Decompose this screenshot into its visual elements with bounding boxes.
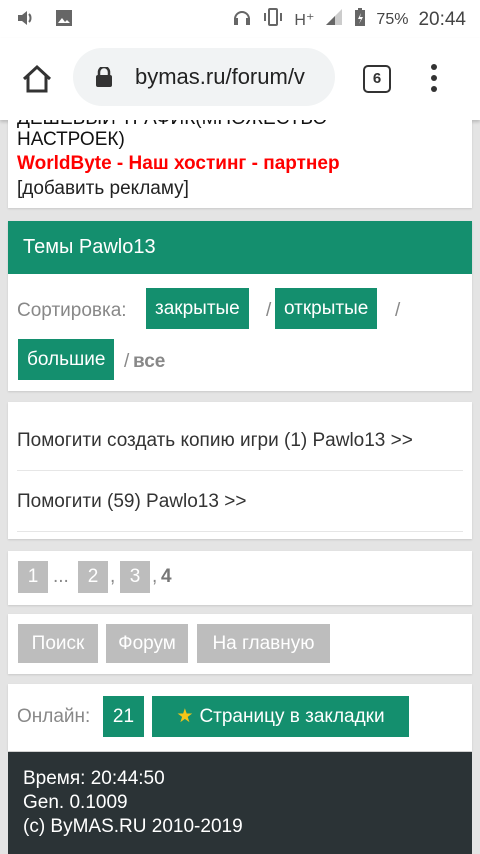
current-page: 4	[161, 566, 172, 587]
divider	[17, 531, 463, 532]
ad-text[interactable]: НАСТРОЕК)	[17, 129, 125, 151]
url-text: bymas.ru/forum/v	[135, 64, 305, 89]
separator: /	[395, 300, 401, 321]
page-content: ДЕШЕВЫЙ ТРАФИК(МНОЖЕСТВО НАСТРОЕК) World…	[0, 120, 480, 854]
lock-icon	[95, 65, 113, 87]
headphones-icon	[232, 7, 252, 32]
online-label: Онлайн:	[17, 706, 91, 727]
sort-big-button[interactable]: большие	[18, 339, 115, 380]
separator: /	[266, 300, 272, 321]
divider	[17, 470, 463, 471]
pager-separator: ,	[152, 566, 158, 587]
thread-link[interactable]: Помогити создать копию игри (1) Pawlo13 …	[17, 430, 463, 452]
vibrate-icon	[262, 7, 284, 32]
gen-time: Gen. 0.1009	[23, 792, 128, 813]
network-type-icon: H⁺	[294, 11, 315, 29]
signal-icon	[324, 7, 344, 32]
threads-list: Помогити создать копию игри (1) Pawlo13 …	[8, 402, 472, 539]
star-icon: ★	[176, 706, 194, 727]
pagination: 1 ... 2 , 3 , 4	[8, 551, 472, 605]
sort-all-current: все	[133, 351, 166, 372]
ad-block: ДЕШЕВЫЙ ТРАФИК(МНОЖЕСТВО НАСТРОЕК) World…	[8, 120, 472, 208]
nav-buttons: Поиск Форум На главную	[8, 614, 472, 674]
footer: Время: 20:44:50 Gen. 0.1009 (c) ByMAS.RU…	[8, 752, 472, 854]
page-3-button[interactable]: 3	[120, 561, 150, 593]
pager-ellipsis: ...	[53, 566, 69, 587]
page-2-button[interactable]: 2	[78, 561, 108, 593]
online-panel: Онлайн: 21 ★ Страницу в закладки	[8, 684, 472, 751]
panel-title: Темы Pawlo13	[8, 221, 472, 274]
battery-icon	[354, 7, 366, 32]
separator: /	[124, 351, 130, 372]
online-count-button[interactable]: 21	[103, 696, 144, 737]
forum-button[interactable]: Форум	[106, 624, 188, 663]
pager-separator: ,	[110, 566, 116, 587]
volume-icon	[16, 8, 36, 33]
sort-open-button[interactable]: открытые	[275, 288, 378, 329]
home-page-button[interactable]: На главную	[197, 624, 330, 663]
page-1-button[interactable]: 1	[18, 561, 48, 593]
browser-toolbar: bymas.ru/forum/v 6	[0, 38, 480, 120]
topics-panel: Темы Pawlo13 Сортировка: закрытые / откр…	[8, 221, 472, 391]
sort-closed-button[interactable]: закрытые	[146, 288, 249, 329]
image-icon	[54, 8, 74, 33]
tab-switcher-button[interactable]: 6	[363, 65, 391, 93]
search-button[interactable]: Поиск	[18, 624, 98, 663]
bookmark-label: Страницу в закладки	[199, 706, 385, 727]
add-ad-link[interactable]: [добавить рекламу]	[17, 178, 189, 200]
battery-percent: 75%	[376, 10, 409, 28]
server-time: Время: 20:44:50	[23, 768, 165, 789]
clock: 20:44	[418, 8, 466, 30]
copyright: (c) ByMAS.RU 2010-2019	[23, 816, 243, 837]
address-bar[interactable]: bymas.ru/forum/v	[73, 48, 335, 106]
partner-link[interactable]: WorldByte - Наш хостинг - партнер	[17, 153, 340, 175]
sort-label: Сортировка:	[17, 300, 127, 321]
bookmark-button[interactable]: ★ Страницу в закладки	[152, 696, 409, 737]
thread-link[interactable]: Помогити (59) Pawlo13 >>	[17, 491, 463, 513]
overflow-menu-icon[interactable]	[430, 64, 438, 94]
status-bar: H⁺ 75% 20:44	[0, 0, 480, 38]
home-icon[interactable]	[20, 62, 54, 96]
